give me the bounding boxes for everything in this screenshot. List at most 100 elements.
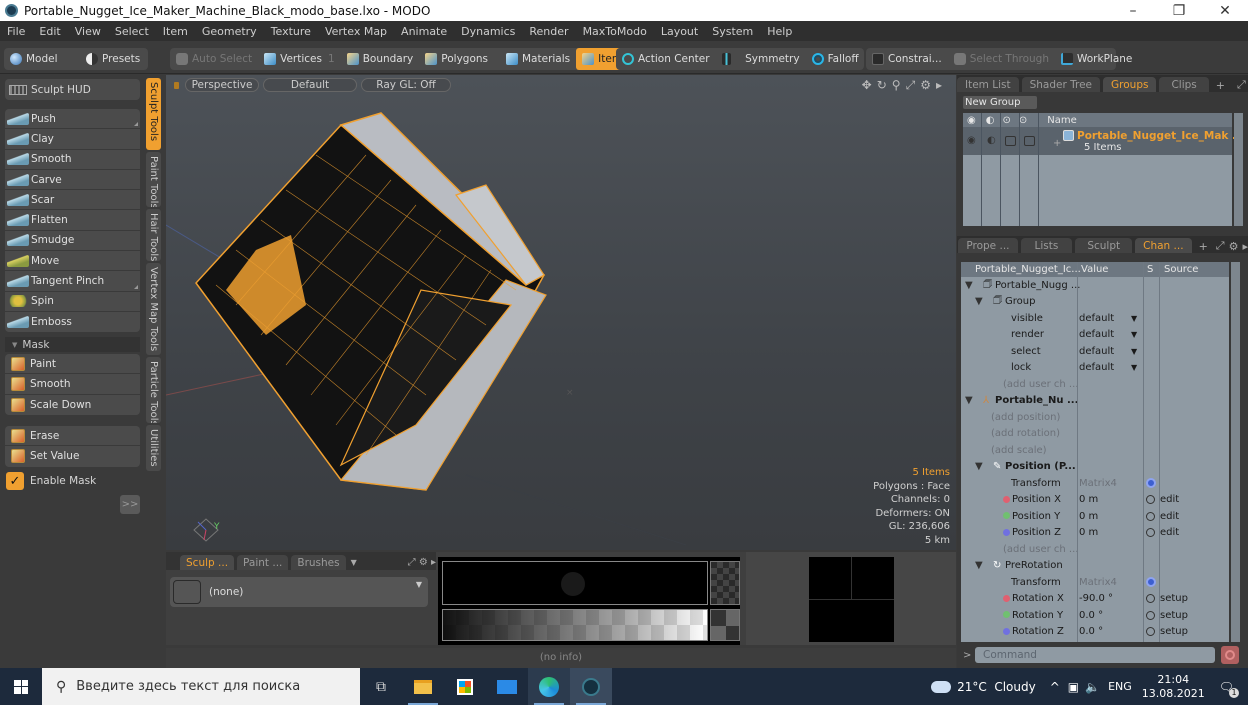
channel-value[interactable]: 0 m [1079,494,1098,505]
keyframe-radio[interactable] [1146,610,1155,620]
channel-value-header[interactable]: Value [1081,264,1108,275]
polygons-button[interactable]: Polygons [419,48,494,70]
channel-name-header[interactable]: Portable_Nugget_Ic... [975,264,1081,275]
channel-value[interactable]: 0.0 ° [1079,610,1103,621]
mask-set-value[interactable]: Set Value [5,446,140,466]
dropdown-arrow-icon[interactable]: ▼ [1131,347,1137,356]
channel-row[interactable]: Transform Matrix4 [961,475,1229,492]
rotate-icon[interactable]: ↻ [877,78,887,93]
auto-select-button[interactable]: Auto Select [170,48,258,70]
menu-vertex-map[interactable]: Vertex Map [318,25,394,38]
tab-clips[interactable]: Clips [1159,77,1209,92]
channel-s-header[interactable]: S [1147,264,1153,275]
add-tab-icon[interactable]: + [1216,79,1225,92]
channels-scrollbar[interactable] [1231,262,1240,642]
tab-paint-brush[interactable]: Paint ... [237,555,289,570]
channel-row[interactable]: Position X 0 m edit [961,492,1229,509]
sculpt-hud-button[interactable]: Sculpt HUD [5,79,140,100]
channel-row[interactable]: visible default ▼ [961,310,1229,327]
channel-row[interactable]: (add user ch ... [961,541,1229,558]
channel-row[interactable]: ▼ ✎ Position (P... [961,459,1229,476]
clock[interactable]: 21:04 13.08.2021 [1142,673,1205,701]
store-button[interactable] [444,668,486,705]
volume-icon[interactable]: 🔈 [1085,680,1100,694]
lock-toggle[interactable] [1005,136,1016,146]
notifications-button[interactable]: 🗨 1 [1219,680,1239,698]
menu-edit[interactable]: Edit [32,25,67,38]
menu-layout[interactable]: Layout [654,25,705,38]
channel-row[interactable]: Rotation Y 0.0 ° setup [961,607,1229,624]
tab-hair-tools[interactable]: Hair Tools [146,209,161,261]
record-button[interactable] [1221,646,1239,664]
file-explorer-button[interactable] [402,668,444,705]
presets-button[interactable]: Presets [80,48,146,70]
action-center-button[interactable]: Action Center [616,48,716,70]
group-row[interactable]: ◉ ◐ + Portable_Nugget_Ice_Mak ... 5 Item… [963,127,1244,155]
tool-carve[interactable]: Carve [5,170,140,191]
3d-viewport[interactable]: × Perspective Default Ray GL: Off ✥ ↻ ⚲ … [166,75,956,550]
channel-row[interactable]: (add position) [961,409,1229,426]
weather-text[interactable]: 21°C Cloudy [957,680,1036,694]
view-type-dropdown[interactable]: Perspective [185,78,259,92]
menu-texture[interactable]: Texture [264,25,318,38]
dropdown-arrow-icon[interactable]: ▼ [1131,330,1137,339]
keyframe-radio[interactable] [1146,627,1155,637]
channel-row[interactable]: Rotation X -90.0 ° setup [961,591,1229,608]
keyframe-radio[interactable] [1146,528,1155,538]
tab-item-list[interactable]: Item List [957,77,1019,92]
more-arrow-icon[interactable]: ▸ [1242,240,1248,253]
visibility-toggle[interactable]: ◉ [967,135,976,146]
channel-value[interactable]: default [1079,362,1114,373]
tab-properties[interactable]: Prope ... [958,238,1018,253]
tab-particle-tools[interactable]: Particle Tools [146,357,161,423]
menu-maxtomodo[interactable]: MaxToModo [576,25,654,38]
tool-tangent-pinch[interactable]: Tangent Pinch [5,271,140,292]
expand-icon[interactable]: + [1053,138,1061,149]
gear-icon[interactable]: ⚙ [920,78,931,93]
tool-flatten[interactable]: Flatten [5,210,140,231]
channel-row[interactable]: (add rotation) [961,426,1229,443]
keyframe-radio[interactable] [1146,495,1155,505]
close-button[interactable]: ✕ [1202,3,1248,19]
tool-clay[interactable]: Clay [5,129,140,150]
channel-row[interactable]: ▼ ⅄ Portable_Nu ... [961,393,1229,410]
menu-view[interactable]: View [68,25,108,38]
tab-vertex-map-tools[interactable]: Vertex Map Tools [146,263,161,355]
channel-row[interactable]: Position Y 0 m edit [961,508,1229,525]
tool-move[interactable]: Move [5,251,140,272]
viewport-menu-icon[interactable] [174,81,179,89]
constraints-button[interactable]: Constrai... [866,48,948,70]
symmetry-button[interactable]: Symmetry [716,48,806,70]
channel-row[interactable]: select default ▼ [961,343,1229,360]
channel-row[interactable]: Rotation Z 0.0 ° setup [961,624,1229,641]
tab-sculpt-brush[interactable]: Sculp ... [180,555,235,570]
maximize-icon[interactable]: ⤢ [1237,78,1246,92]
gear-icon[interactable] [1146,478,1156,489]
brush-selector[interactable]: (none) ▼ [170,577,428,607]
channel-source-header[interactable]: Source [1164,264,1198,275]
materials-button[interactable]: Materials [500,48,576,70]
channel-row[interactable]: (add user ch ... [961,376,1229,393]
pan-icon[interactable]: ✥ [862,78,872,93]
taskbar-search[interactable]: ⚲ Введите здесь текст для поиска [42,668,360,705]
channel-row[interactable]: ▼ 🗇 Portable_Nugg ... [961,277,1229,294]
restore-button[interactable]: ❐ [1156,3,1202,19]
channel-row[interactable]: ▼ ↻ PreRotation [961,558,1229,575]
keyframe-radio[interactable] [1146,594,1155,604]
mask-section-header[interactable]: ▼ Mask [5,337,140,352]
tool-scar[interactable]: Scar [5,190,140,211]
tool-emboss[interactable]: Emboss [5,312,140,332]
vertices-button[interactable]: Vertices 1 [258,48,341,70]
value-gradient[interactable] [442,609,708,641]
menu-geometry[interactable]: Geometry [195,25,264,38]
boundary-button[interactable]: Boundary [341,48,420,70]
minimize-button[interactable]: – [1110,3,1156,19]
channel-value[interactable]: 0 m [1079,511,1098,522]
command-input[interactable]: Command [975,647,1215,663]
network-icon[interactable]: ▣ [1068,680,1079,694]
tab-paint-tools[interactable]: Paint Tools [146,152,161,207]
channel-row[interactable]: (add scale) [961,442,1229,459]
channel-value[interactable]: 0.0 ° [1079,626,1103,637]
zoom-icon[interactable]: ⚲ [892,78,901,93]
menu-dynamics[interactable]: Dynamics [454,25,522,38]
